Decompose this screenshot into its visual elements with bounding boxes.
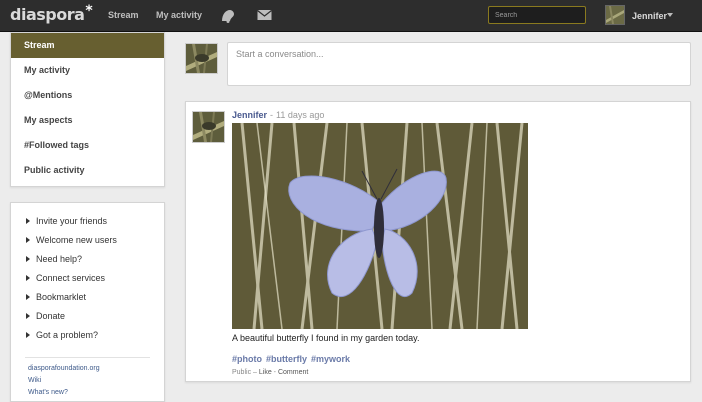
notifications-icon[interactable] — [220, 9, 236, 25]
logo-star-icon: * — [85, 3, 93, 19]
link-label: Invite your friends — [36, 216, 108, 226]
footer-link-wiki[interactable]: Wiki — [11, 375, 164, 387]
footer-link-diaspora-foundation[interactable]: diasporafoundation.org — [11, 363, 164, 375]
triangle-right-icon — [26, 332, 30, 338]
post-header: Jennifer -11 days ago — [232, 110, 324, 120]
sidebar-item-my-aspects[interactable]: My aspects — [11, 108, 164, 133]
divider — [25, 357, 150, 358]
comment-link[interactable]: Comment — [278, 369, 308, 376]
action-separator: – — [251, 369, 259, 376]
link-invite-friends[interactable]: Invite your friends — [11, 212, 164, 231]
post-actions: Public – Like - Comment — [232, 369, 308, 376]
footer-link-whats-new[interactable]: What's new? — [11, 387, 164, 399]
sidebar-item-my-activity[interactable]: My activity — [11, 58, 164, 83]
link-label: Welcome new users — [36, 235, 117, 245]
link-bookmarklet[interactable]: Bookmarklet — [11, 288, 164, 307]
post-visibility: Public — [232, 369, 252, 376]
post-timestamp[interactable]: 11 days ago — [276, 110, 324, 120]
post-author-avatar[interactable] — [192, 111, 225, 143]
diaspora-logo[interactable]: diaspora* — [10, 3, 93, 24]
sidebar-item-public-activity[interactable]: Public activity — [11, 158, 164, 183]
sidebar-item-followed-tags[interactable]: #Followed tags — [11, 133, 164, 158]
link-welcome-new-users[interactable]: Welcome new users — [11, 231, 164, 250]
post-tags: #photo #butterfly #mywork — [232, 354, 354, 364]
logo-text: diaspora — [10, 5, 85, 24]
messages-icon[interactable] — [257, 9, 272, 23]
header-my-activity-link[interactable]: My activity — [156, 10, 202, 20]
sidebar-item-mentions[interactable]: @Mentions — [11, 83, 164, 108]
stream-post: Jennifer -11 days ago A beautiful butter… — [185, 101, 691, 382]
link-label: Donate — [36, 311, 66, 321]
user-avatar[interactable] — [605, 5, 625, 25]
link-label: Got a problem? — [36, 330, 99, 340]
help-links-panel: Invite your friends Welcome new users Ne… — [10, 202, 165, 402]
link-label: Bookmarklet — [36, 292, 87, 302]
tag-link[interactable]: #mywork — [311, 354, 350, 364]
post-separator: - — [270, 110, 274, 120]
search-input[interactable] — [488, 6, 586, 24]
triangle-right-icon — [26, 237, 30, 243]
triangle-right-icon — [26, 294, 30, 300]
post-photo[interactable] — [232, 122, 528, 330]
triangle-right-icon — [26, 256, 30, 262]
publisher-input[interactable] — [227, 42, 691, 86]
publisher-avatar — [185, 43, 218, 74]
post-author-name[interactable]: Jennifer — [232, 110, 267, 120]
sidebar-item-stream[interactable]: Stream — [11, 33, 164, 58]
post-text: A beautiful butterfly I found in my gard… — [232, 333, 420, 343]
like-link[interactable]: Like — [259, 369, 272, 376]
header-stream-link[interactable]: Stream — [108, 10, 139, 20]
stream-nav-panel: Stream My activity @Mentions My aspects … — [10, 32, 165, 187]
triangle-right-icon — [26, 313, 30, 319]
link-need-help[interactable]: Need help? — [11, 250, 164, 269]
top-bar: diaspora* Stream My activity Jennifer — [0, 0, 702, 32]
tag-link[interactable]: #photo — [232, 354, 262, 364]
triangle-right-icon — [26, 275, 30, 281]
user-name[interactable]: Jennifer — [632, 11, 667, 21]
chevron-down-icon[interactable] — [667, 13, 673, 17]
link-got-a-problem[interactable]: Got a problem? — [11, 326, 164, 345]
link-connect-services[interactable]: Connect services — [11, 269, 164, 288]
link-label: Connect services — [36, 273, 106, 283]
triangle-right-icon — [26, 218, 30, 224]
link-donate[interactable]: Donate — [11, 307, 164, 326]
tag-link[interactable]: #butterfly — [266, 354, 307, 364]
link-label: Need help? — [36, 254, 83, 264]
